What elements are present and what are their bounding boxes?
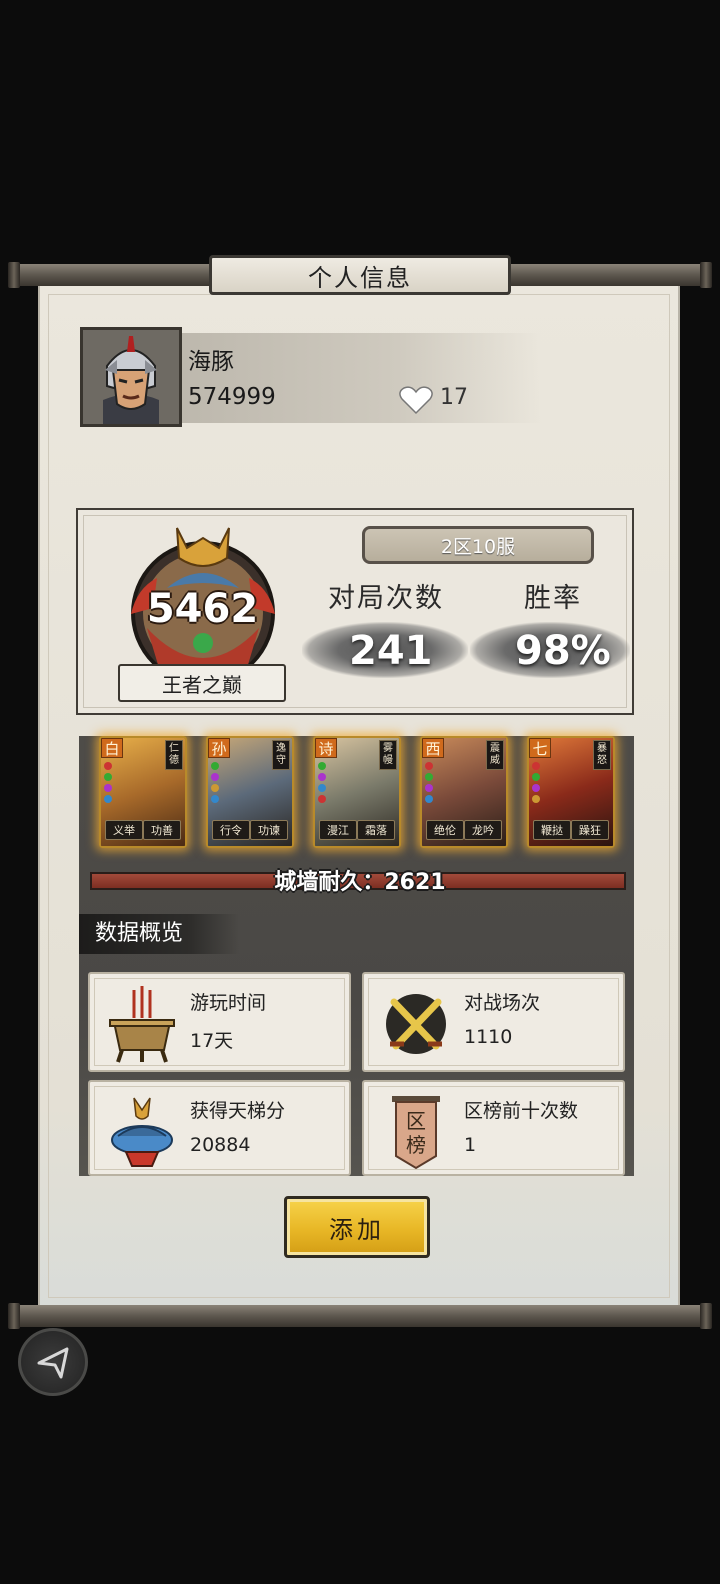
svg-text:榜: 榜 <box>406 1133 426 1157</box>
skill-chip: 义举 <box>105 820 143 840</box>
back-arrow-icon <box>37 1347 69 1379</box>
stat-card-ladder-points: 获得天梯分 20884 <box>88 1080 351 1176</box>
player-name: 海豚 <box>188 349 234 375</box>
hero-faction-tag: 诗 <box>315 738 337 758</box>
hero-epithet: 仁德 <box>165 740 183 770</box>
hero-faction-tag: 孙 <box>208 738 230 758</box>
skill-chip: 龙吟 <box>464 820 502 840</box>
wall-durability-text: 城墙耐久：2621 <box>274 870 446 895</box>
skill-chip: 功谏 <box>250 820 288 840</box>
games-value: 241 <box>349 628 433 674</box>
winrate-label: 胜率 <box>524 583 582 614</box>
hero-card-3[interactable]: 诗 雾幔 漫江 霜落 <box>313 736 401 848</box>
scroll-rod-bottom <box>8 1303 712 1329</box>
stat-card-label: 对战场次 <box>464 992 541 1014</box>
avatar[interactable] <box>80 327 182 427</box>
stat-card-play-time: 游玩时间 17天 <box>88 972 351 1072</box>
hero-card-5[interactable]: 七 暴怒 鞭挞 躁狂 <box>527 736 615 848</box>
gem-column <box>211 762 219 806</box>
stat-card-value: 1110 <box>464 1026 513 1048</box>
stat-card-value: 1 <box>464 1134 477 1156</box>
hero-faction-tag: 西 <box>422 738 444 758</box>
stat-card-label: 获得天梯分 <box>190 1100 286 1122</box>
gem-column <box>318 762 326 806</box>
gem-column <box>532 762 540 806</box>
gem-column <box>104 762 112 806</box>
heart-icon[interactable] <box>398 385 434 415</box>
add-friend-button[interactable]: 添加 <box>284 1196 430 1258</box>
like-count: 17 <box>440 385 468 410</box>
skill-chip: 行令 <box>212 820 250 840</box>
stat-card-value: 17天 <box>190 1030 234 1052</box>
skill-chip: 躁狂 <box>571 820 609 840</box>
stat-card-top10: 区 榜 区榜前十次数 1 <box>362 1080 625 1176</box>
rank-tier: 王者之巅 <box>118 664 286 702</box>
hero-faction-tag: 七 <box>529 738 551 758</box>
player-id: 574999 <box>188 384 276 410</box>
svg-text:区: 区 <box>406 1109 426 1133</box>
overview-header: 数据概览 <box>79 914 239 954</box>
skill-chip: 绝伦 <box>426 820 464 840</box>
hero-epithet: 逸守 <box>272 740 290 770</box>
incense-burner-icon <box>109 986 175 1063</box>
stat-card-label: 游玩时间 <box>190 992 267 1014</box>
skill-chip: 功善 <box>143 820 181 840</box>
crossed-swords-icon <box>386 994 446 1054</box>
gem-column <box>425 762 433 806</box>
hero-epithet: 雾幔 <box>379 740 397 770</box>
skill-chip: 鞭挞 <box>533 820 571 840</box>
hero-faction-tag: 白 <box>101 738 123 758</box>
hero-card-2[interactable]: 孙 逸守 行令 功谏 <box>206 736 294 848</box>
stat-card-value: 20884 <box>190 1134 251 1156</box>
games-label: 对局次数 <box>328 583 444 614</box>
rank-score: 5462 <box>146 586 259 632</box>
server-badge: 2区10服 <box>362 526 594 564</box>
stat-card-label: 区榜前十次数 <box>464 1100 579 1122</box>
dialog-title: 个人信息 <box>209 255 511 295</box>
dragon-trophy-icon <box>111 1097 173 1167</box>
winrate-value: 98% <box>515 628 611 674</box>
hero-epithet: 暴怒 <box>593 740 611 770</box>
stat-card-battles: 对战场次 1110 <box>362 972 625 1072</box>
ranking-banner-icon: 区 榜 <box>392 1096 440 1170</box>
skill-chip: 漫江 <box>319 820 357 840</box>
skill-chip: 霜落 <box>357 820 395 840</box>
hero-epithet: 震威 <box>486 740 504 770</box>
hero-card-4[interactable]: 西 震威 绝伦 龙吟 <box>420 736 508 848</box>
back-button[interactable] <box>18 1328 88 1396</box>
hero-card-1[interactable]: 白 仁德 义举 功善 <box>99 736 187 848</box>
